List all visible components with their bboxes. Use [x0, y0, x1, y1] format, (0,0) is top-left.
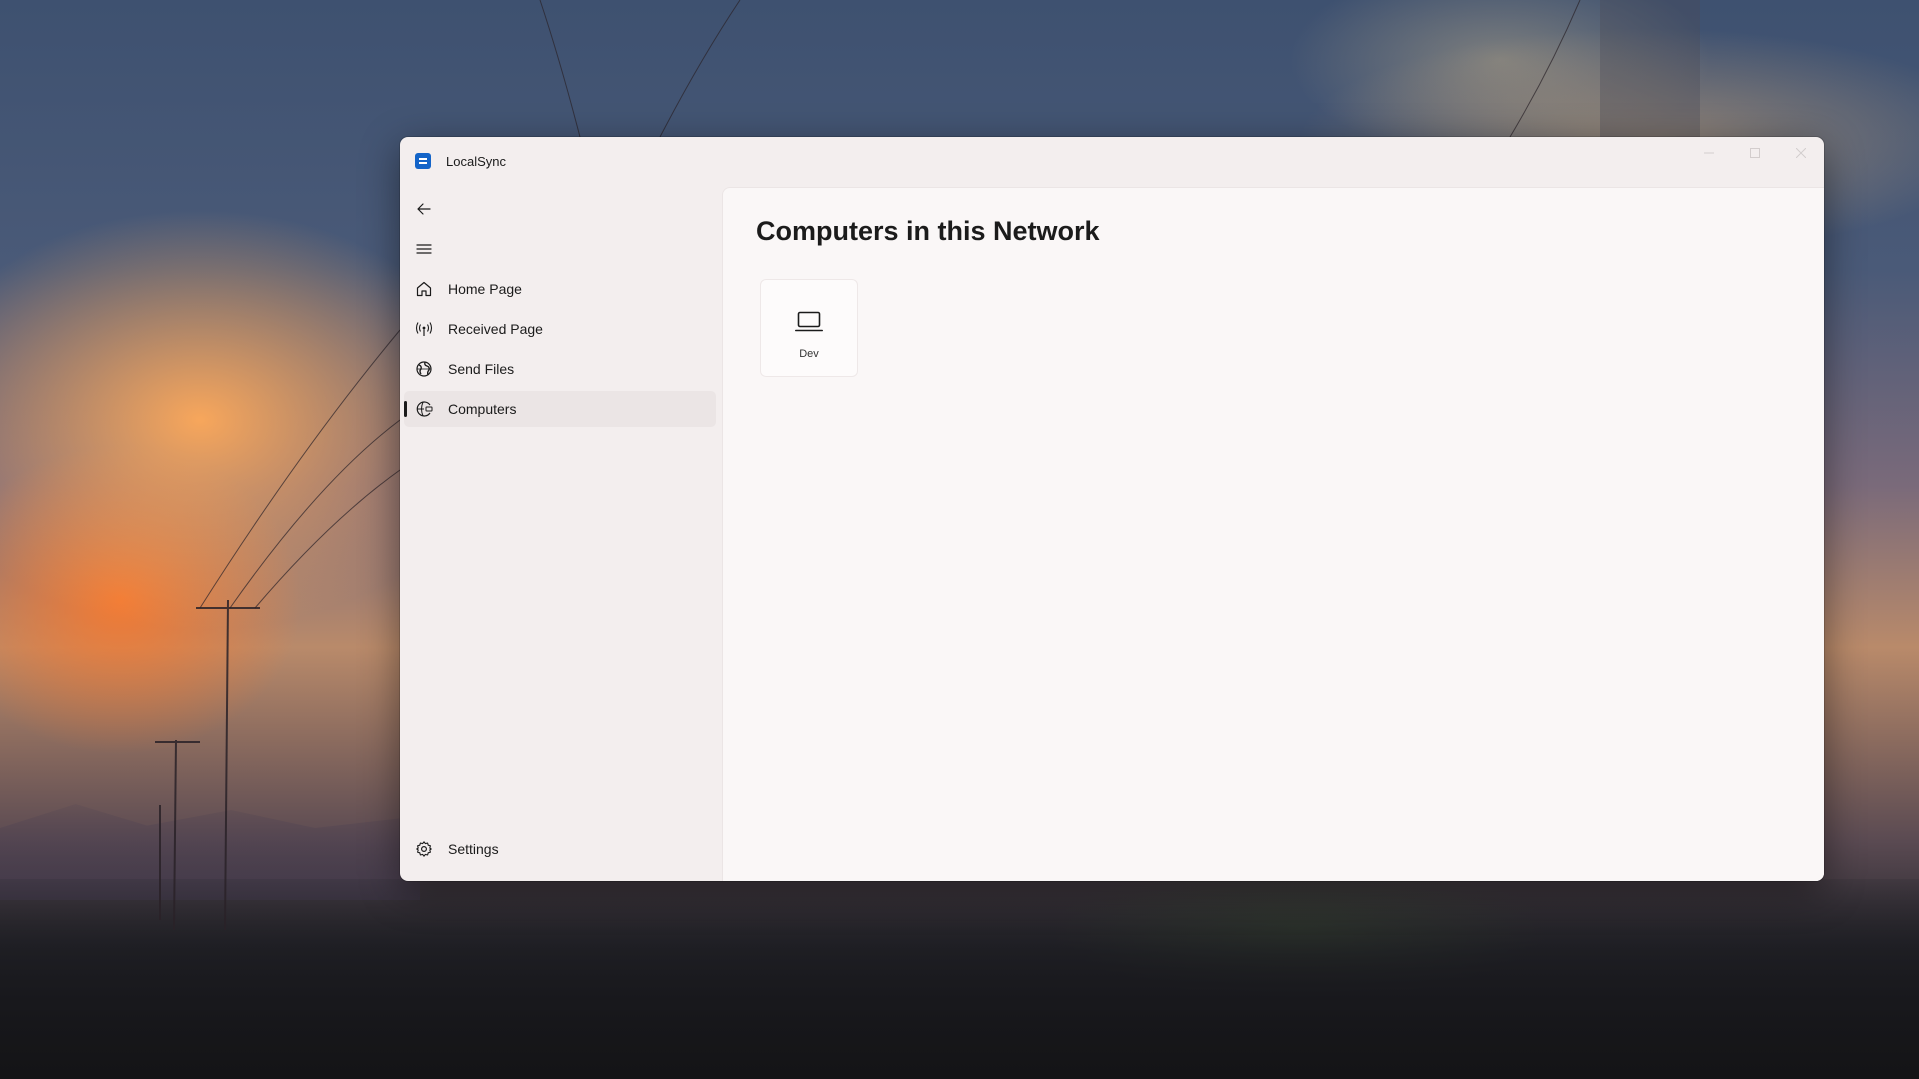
- device-name: Dev: [799, 348, 819, 360]
- app-logo-icon: [415, 153, 431, 169]
- nav-item-label: Settings: [448, 841, 499, 857]
- nav-item-label: Send Files: [448, 361, 515, 377]
- nav-item-home-page[interactable]: Home Page: [404, 271, 716, 307]
- app-title: LocalSync: [446, 154, 506, 169]
- hamburger-icon: [416, 244, 432, 254]
- minimize-button[interactable]: [1686, 137, 1732, 169]
- home-icon: [416, 281, 432, 297]
- nav-item-settings[interactable]: Settings: [404, 831, 716, 867]
- maximize-icon: [1750, 148, 1760, 158]
- back-arrow-icon: [417, 203, 431, 215]
- globe-icon: [416, 361, 432, 377]
- gear-icon: [416, 841, 432, 857]
- maximize-button[interactable]: [1732, 137, 1778, 169]
- content-frame: Computers in this Network Dev: [722, 187, 1824, 881]
- close-icon: [1796, 148, 1806, 158]
- window-caption-controls: [1686, 137, 1824, 169]
- hamburger-menu-button[interactable]: [406, 231, 442, 267]
- selection-indicator: [404, 401, 407, 417]
- minimize-icon: [1704, 152, 1714, 154]
- network-icon: [416, 401, 433, 417]
- nav-item-label: Received Page: [448, 321, 543, 337]
- laptop-icon: [795, 311, 823, 332]
- nav-item-send-files[interactable]: Send Files: [404, 351, 716, 387]
- nav-item-computers[interactable]: Computers: [404, 391, 716, 427]
- antenna-icon: [415, 322, 433, 336]
- app-window: LocalSync Home Page Received Page Send F…: [400, 137, 1824, 881]
- close-button[interactable]: [1778, 137, 1824, 169]
- nav-item-received-page[interactable]: Received Page: [404, 311, 716, 347]
- nav-item-label: Computers: [448, 401, 517, 417]
- title-bar[interactable]: LocalSync: [400, 137, 1824, 187]
- device-card-dev[interactable]: Dev: [760, 279, 858, 377]
- navigation-pane: Home Page Received Page Send Files Compu…: [400, 187, 720, 881]
- back-button[interactable]: [406, 191, 442, 227]
- nav-item-label: Home Page: [448, 281, 522, 297]
- page-title: Computers in this Network: [756, 216, 1100, 246]
